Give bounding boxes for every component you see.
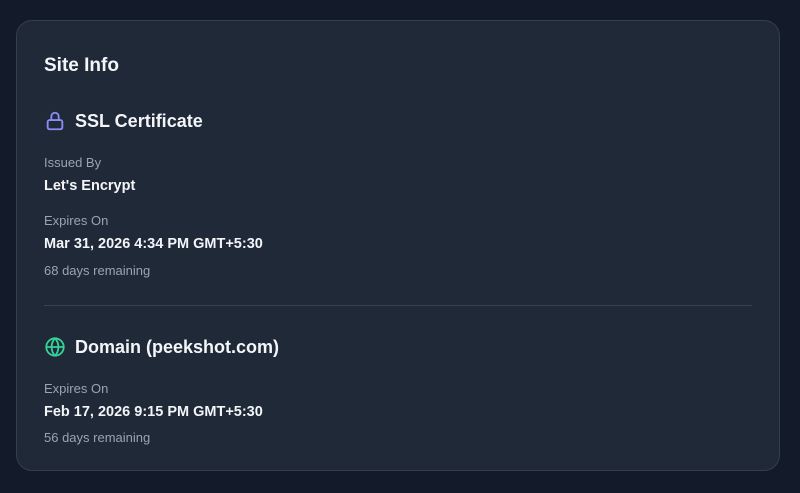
- lock-icon: [44, 110, 66, 132]
- domain-heading: Domain (peekshot.com): [75, 336, 280, 357]
- ssl-days-remaining: 68 days remaining: [44, 263, 151, 278]
- ssl-certificate-header: SSL Certificate: [44, 109, 203, 133]
- ssl-expires-label: Expires On: [44, 213, 109, 228]
- issued-by-label: Issued By: [44, 155, 102, 170]
- ssl-expires-value: Mar 31, 2026 4:34 PM GMT+5:30: [44, 236, 263, 252]
- issued-by-value: Let's Encrypt: [44, 178, 136, 194]
- site-info-card: Site Info SSL Certificate Issued By Let'…: [16, 20, 780, 471]
- domain-days-remaining: 56 days remaining: [44, 430, 151, 445]
- card-title: Site Info: [44, 55, 119, 76]
- globe-icon: [44, 336, 66, 358]
- section-divider: [44, 305, 752, 306]
- ssl-certificate-heading: SSL Certificate: [75, 110, 203, 131]
- domain-expires-value: Feb 17, 2026 9:15 PM GMT+5:30: [44, 404, 263, 420]
- domain-expires-label: Expires On: [44, 381, 109, 396]
- domain-header: Domain (peekshot.com): [44, 335, 279, 359]
